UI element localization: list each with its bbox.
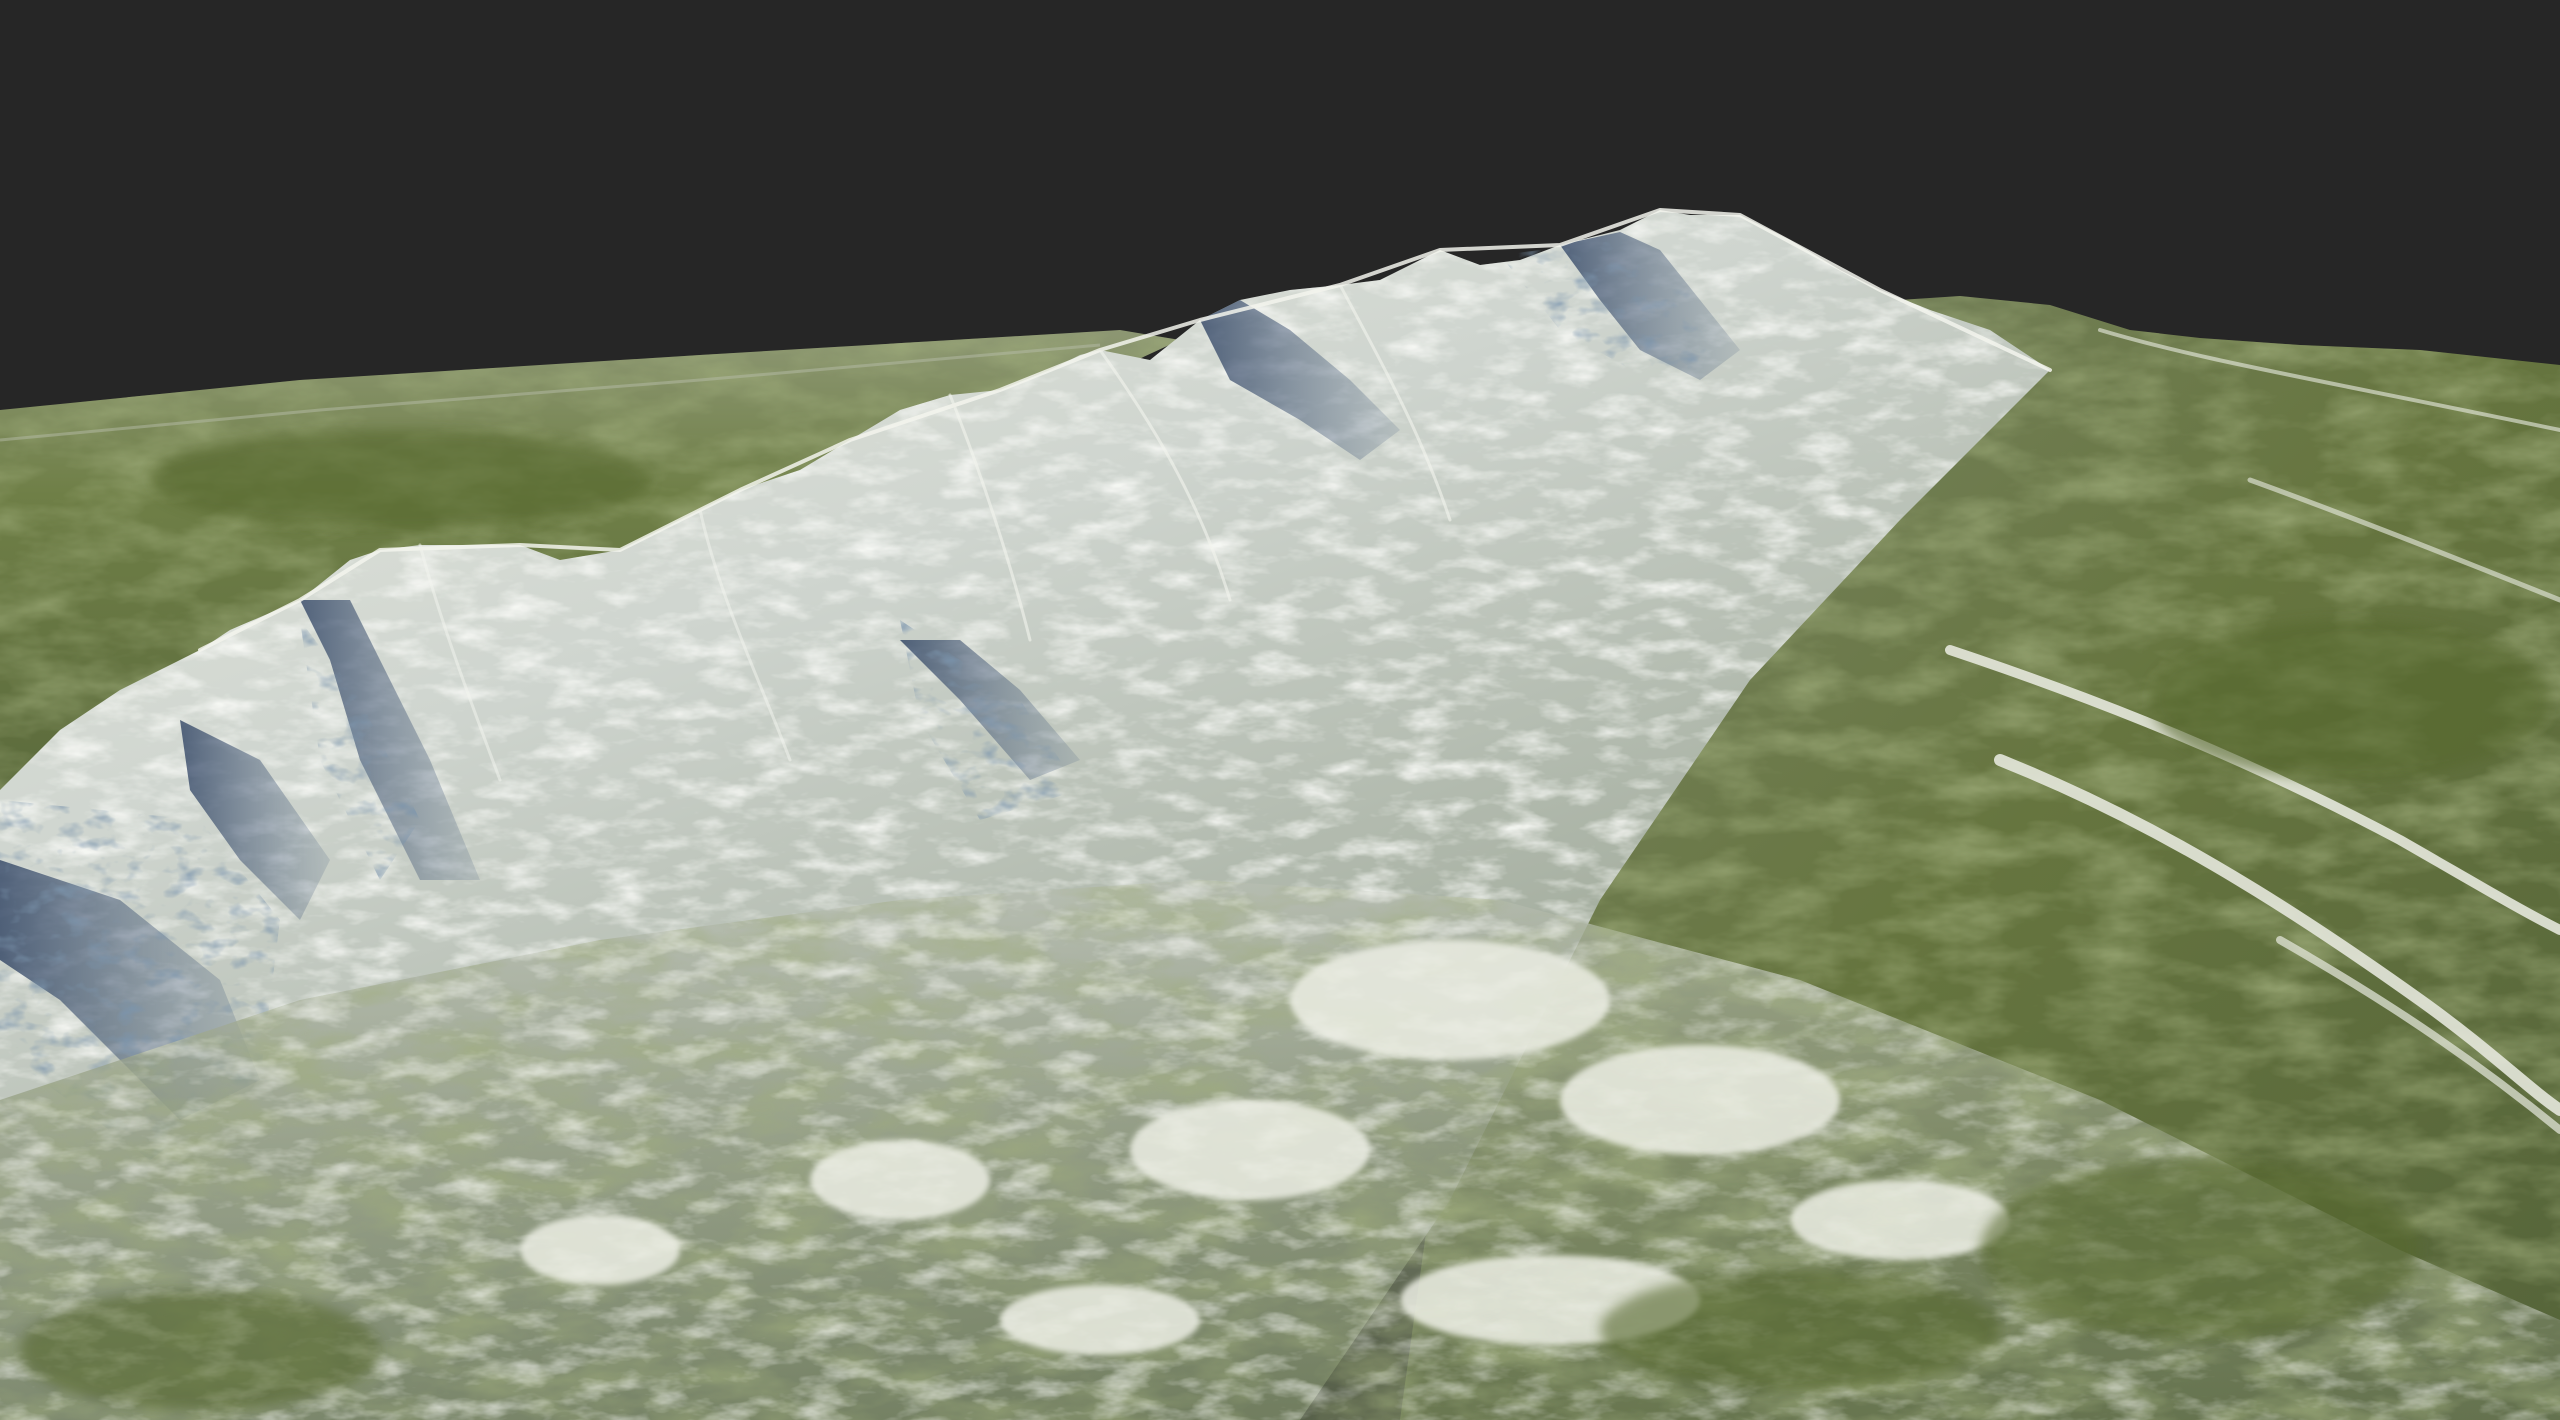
terrain-render — [0, 0, 2560, 1420]
terrain-viewport[interactable] — [0, 0, 2560, 1420]
